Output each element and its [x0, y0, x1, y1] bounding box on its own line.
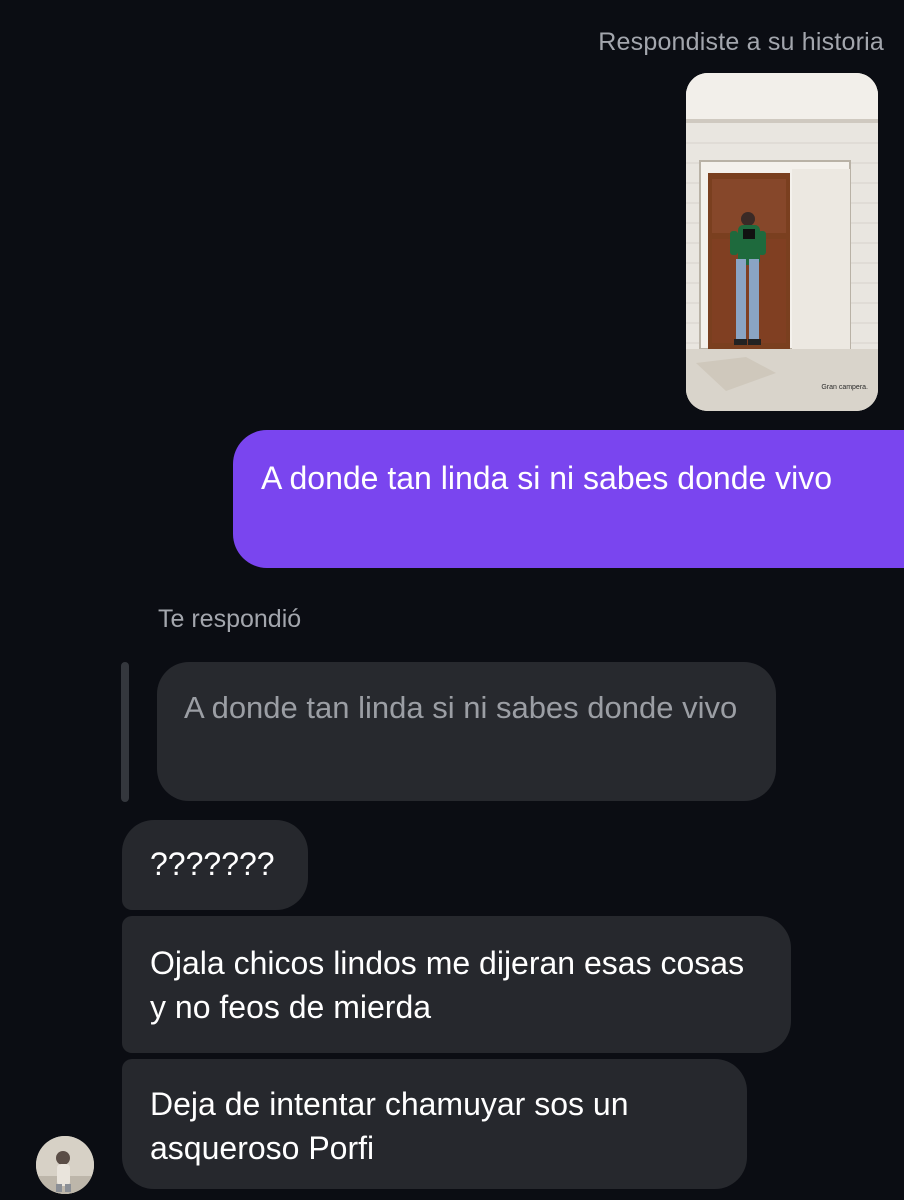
quoted-message-text: A donde tan linda si ni sabes donde vivo	[184, 690, 738, 725]
reply-label: Te respondió	[158, 605, 302, 633]
received-message-text: ???????	[150, 846, 275, 882]
sent-message-bubble[interactable]: A donde tan linda si ni sabes donde vivo	[233, 430, 904, 568]
story-photo	[686, 73, 878, 411]
chat-screen: Respondiste a su historia Gran campera. …	[0, 0, 904, 1200]
sent-message-text: A donde tan linda si ni sabes donde vivo	[261, 460, 833, 496]
quote-indicator-bar	[121, 662, 129, 802]
sender-avatar[interactable]	[36, 1136, 94, 1194]
avatar-photo-icon	[36, 1136, 94, 1194]
received-message-text: Deja de intentar chamuyar sos un asquero…	[150, 1086, 629, 1166]
received-message-bubble[interactable]: Deja de intentar chamuyar sos un asquero…	[122, 1059, 747, 1189]
received-message-bubble[interactable]: Ojala chicos lindos me dijeran esas cosa…	[122, 916, 791, 1053]
received-message-bubble[interactable]: ???????	[122, 820, 308, 910]
quoted-message-bubble[interactable]: A donde tan linda si ni sabes donde vivo	[157, 662, 776, 801]
story-thumbnail[interactable]: Gran campera.	[686, 73, 878, 411]
story-caption: Gran campera.	[821, 384, 868, 391]
received-message-text: Ojala chicos lindos me dijeran esas cosa…	[150, 945, 745, 1025]
story-reply-label: Respondiste a su historia	[598, 28, 884, 56]
